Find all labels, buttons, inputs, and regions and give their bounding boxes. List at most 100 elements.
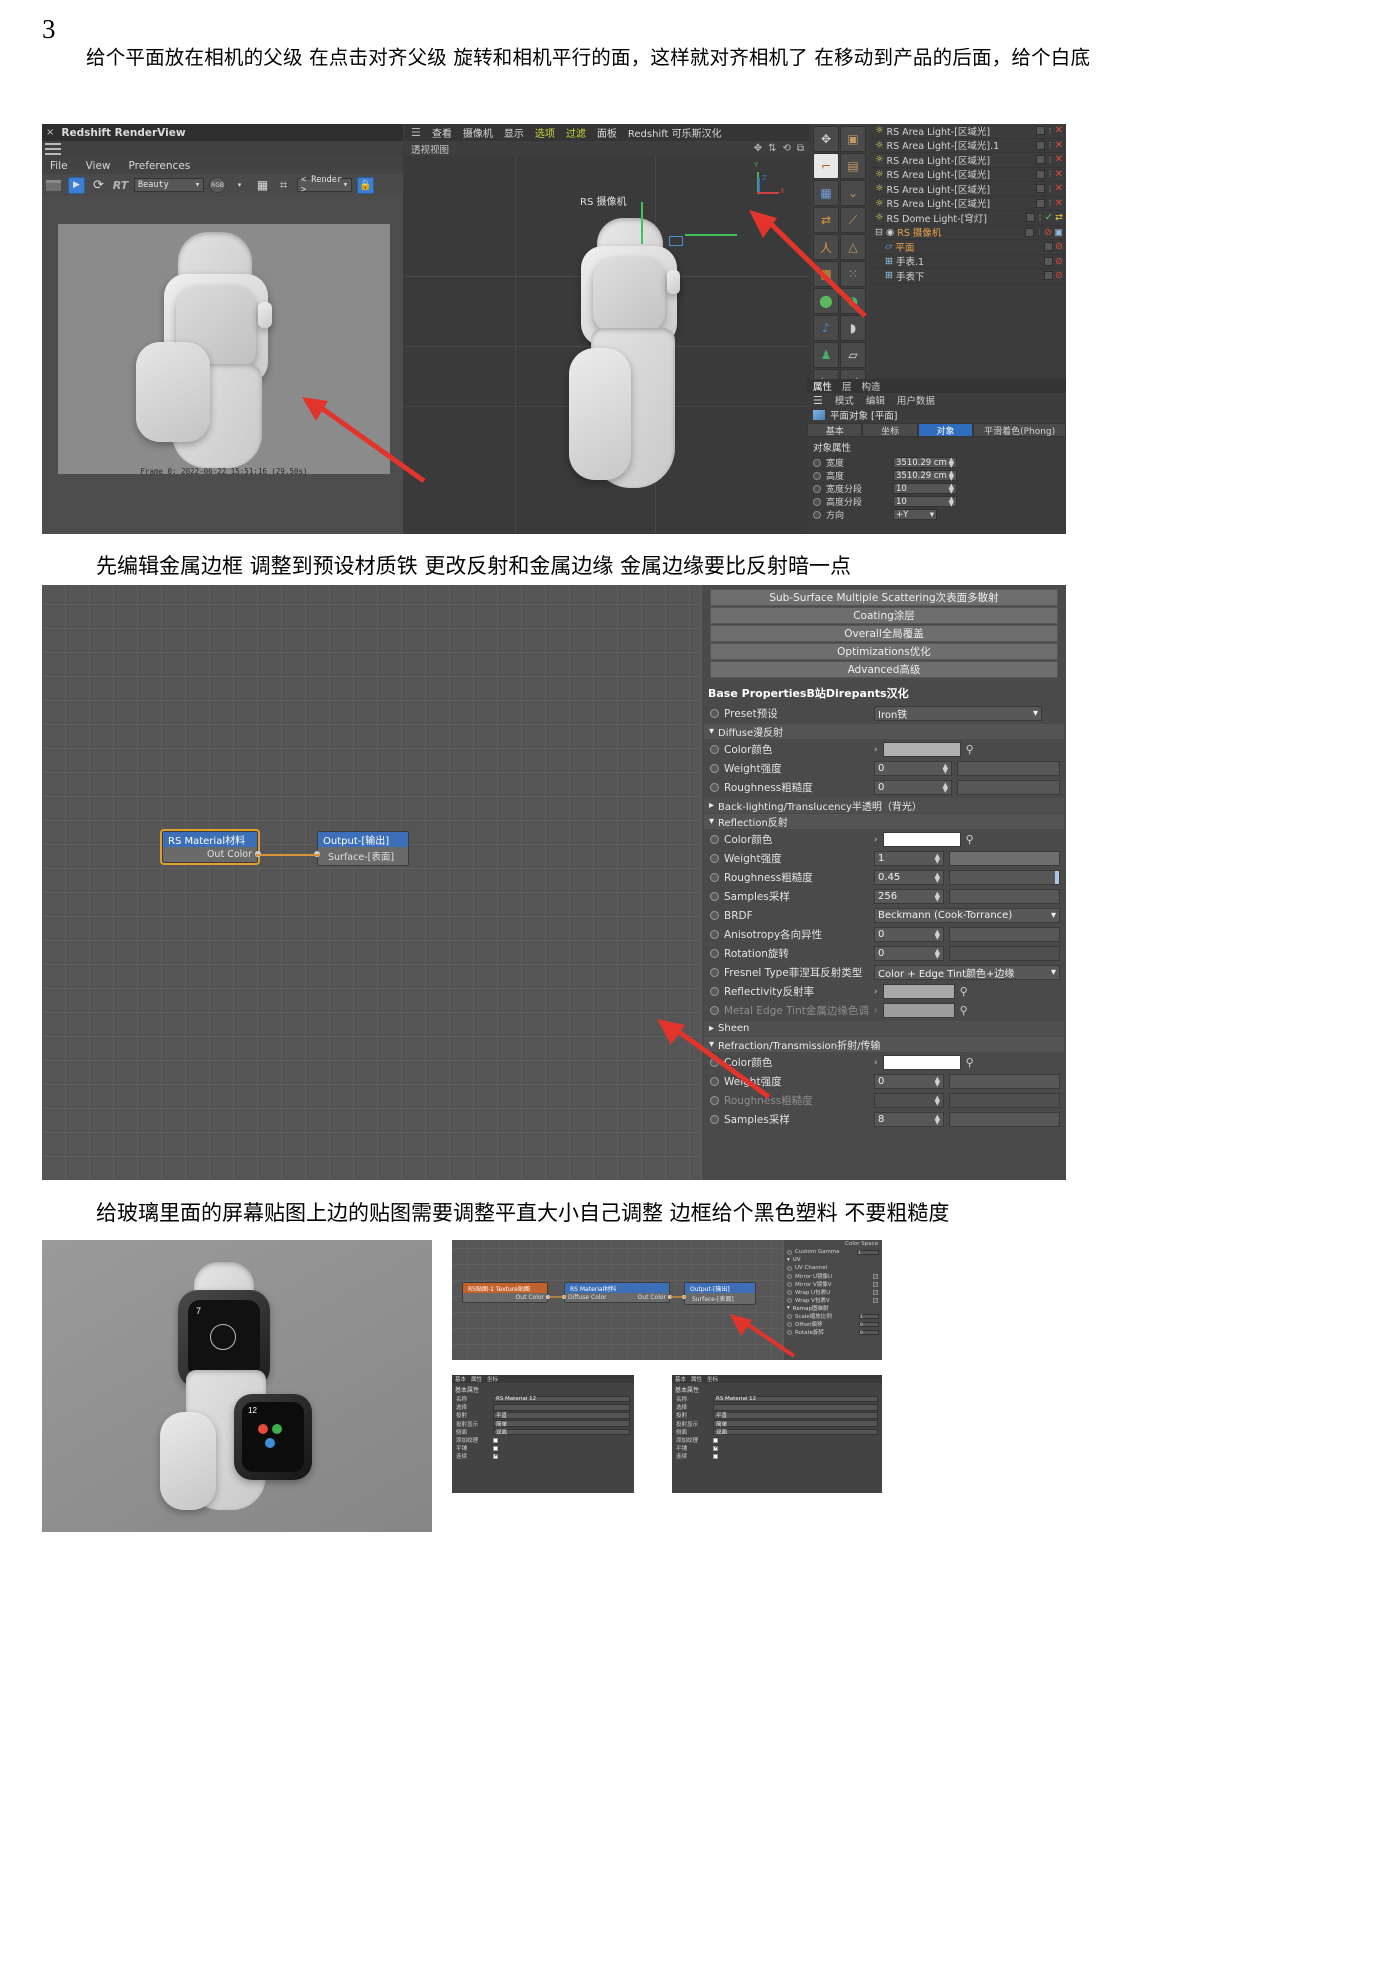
mini-row-tile[interactable]: 平铺: [672, 1444, 882, 1453]
attr-row-width[interactable]: 宽度 3510.29 cm ▲ ▼: [807, 456, 1066, 469]
object-tags[interactable]: ⋮ ⊘ ▣: [1025, 227, 1066, 238]
uv-header[interactable]: ▾ UV: [784, 1256, 882, 1264]
value-field[interactable]: 0 ▲ ▼: [874, 946, 944, 961]
row-refraction-color[interactable]: Color颜色 › ⚲: [702, 1053, 1066, 1072]
deformer-icon[interactable]: △: [840, 234, 866, 260]
camera-tool-icon[interactable]: ♪: [813, 315, 839, 341]
menu-userdata[interactable]: 用户数据: [897, 393, 935, 407]
cloth-icon[interactable]: ▱: [840, 342, 866, 368]
menu-edit[interactable]: 编辑: [866, 393, 885, 407]
chevron-right-icon[interactable]: ›: [874, 1006, 878, 1016]
row-mirror-u[interactable]: Mirror U镜像U: [784, 1272, 882, 1280]
move-tool-icon[interactable]: ✥: [813, 126, 839, 152]
tab-basic[interactable]: 基本: [455, 1375, 466, 1383]
radio-icon[interactable]: [710, 854, 719, 863]
object-row[interactable]: ☼ RS Area Light-[区域光] ⋮ ✕: [871, 182, 1066, 197]
radio-icon[interactable]: [710, 968, 719, 977]
value-field[interactable]: 8 ▲ ▼: [874, 1112, 944, 1127]
spline-icon[interactable]: ⌄: [840, 180, 866, 206]
radio-icon[interactable]: [813, 471, 821, 480]
node-port-row[interactable]: Diffuse Color Out Color: [562, 1293, 672, 1302]
radio-icon[interactable]: [710, 1096, 719, 1105]
axis-tool-icon[interactable]: ⌐: [813, 153, 839, 179]
menu-mode[interactable]: 模式: [835, 393, 854, 407]
attr-row-height-seg[interactable]: 高度分段 10 ▲ ▼: [807, 495, 1066, 508]
node-texture[interactable]: RS贴图-1 Texture贴图 Out Color: [462, 1282, 550, 1303]
value-field[interactable]: 0.45 ▲ ▼: [874, 870, 944, 885]
row-reflection-color[interactable]: Color颜色 › ⚲: [702, 830, 1066, 849]
row-custom-gamma[interactable]: Custom Gamma 1: [784, 1248, 882, 1256]
object-row[interactable]: ☼ RS Area Light-[区域光] ⋮ ✕: [871, 197, 1066, 211]
matrix-icon[interactable]: ⁙: [840, 261, 866, 287]
row-rotate[interactable]: Rotate旋转 0: [784, 1328, 882, 1336]
object-row-plane[interactable]: ▱ 平面 ⊘: [871, 240, 1066, 255]
radio-icon[interactable]: [710, 949, 719, 958]
mini-row-select[interactable]: 选择: [452, 1403, 634, 1411]
row-reflection-samples[interactable]: Samples采样 256 ▲ ▼: [702, 887, 1066, 906]
menu-panel-cn[interactable]: 面板: [597, 125, 617, 140]
row-anisotropy[interactable]: Anisotropy各向异性 0 ▲ ▼: [702, 925, 1066, 944]
node-graph-canvas[interactable]: RS Material材料 Out Color Output-[输出] Surf…: [42, 585, 700, 1180]
material-sphere-icon[interactable]: ⬤: [813, 288, 839, 314]
row-diffuse-color[interactable]: Color颜色 › ⚲: [702, 740, 1066, 759]
mini-row-continuous[interactable]: 连续: [672, 1452, 882, 1460]
menu-preferences[interactable]: Preferences: [129, 160, 191, 172]
node-port-row[interactable]: Surface-[表面]: [682, 1293, 755, 1304]
checker-icon[interactable]: ▩: [813, 261, 839, 287]
tab-props[interactable]: 属性: [471, 1375, 482, 1383]
lock-icon[interactable]: 🔒: [357, 176, 374, 194]
character-icon[interactable]: ♟: [813, 342, 839, 368]
object-row-rs-camera[interactable]: ⊟ ◉ RS 摄像机 ⋮ ⊘ ▣: [871, 226, 1066, 240]
brdf-select[interactable]: Beckmann (Cook-Torrance) ▾: [874, 908, 1060, 923]
subtab-phong[interactable]: 平滑着色(Phong): [973, 423, 1066, 437]
radio-icon[interactable]: [710, 783, 719, 792]
row-rotation[interactable]: Rotation旋转 0 ▲ ▼: [702, 944, 1066, 963]
chevron-right-icon[interactable]: ›: [874, 987, 878, 997]
menu-filter-cn[interactable]: 过滤: [566, 125, 586, 140]
object-row[interactable]: ☼ RS Area Light-[区域光] ⋮ ✕: [871, 153, 1066, 168]
row-mirror-v[interactable]: Mirror V镜像V: [784, 1280, 882, 1288]
radio-icon[interactable]: [813, 484, 821, 493]
row-diffuse-roughness[interactable]: Roughness粗糙度 0 ▲ ▼: [702, 778, 1066, 797]
cube-icon[interactable]: ▣: [840, 126, 866, 152]
row-refraction-weight[interactable]: Weight强度 0 ▲ ▼: [702, 1072, 1066, 1091]
tab-coord[interactable]: 坐标: [707, 1375, 718, 1383]
radio-icon[interactable]: [813, 458, 821, 467]
tab-basic[interactable]: 基本: [675, 1375, 686, 1383]
renderview-canvas[interactable]: Frame 0: 2022-06-22 15:51:16 (29.50s): [42, 196, 403, 534]
object-row[interactable]: ☼ RS Area Light-[区域光] ⋮ ✕: [871, 168, 1066, 182]
object-row[interactable]: ⊞ 手表下 ⊘: [871, 269, 1066, 284]
eyedropper-icon[interactable]: ⚲: [966, 743, 974, 756]
chevron-right-icon[interactable]: ›: [874, 1058, 878, 1068]
node-rs-material[interactable]: RS Material材料 Out Color: [160, 829, 261, 865]
row-reflection-roughness[interactable]: Roughness粗糙度 0.45 ▲ ▼: [702, 868, 1066, 887]
value-field[interactable]: 0 ▲ ▼: [874, 927, 944, 942]
radio-icon[interactable]: [710, 987, 719, 996]
object-tags[interactable]: ⋮ ✕: [1035, 154, 1066, 165]
value-field[interactable]: 0 ▲ ▼: [874, 780, 952, 795]
object-row[interactable]: ☼ RS Area Light-[区域光] ⋮ ✕: [871, 124, 1066, 139]
object-tags[interactable]: ⋮ ✕: [1035, 140, 1066, 151]
tab-structure[interactable]: 构造: [862, 379, 881, 393]
chevron-right-icon[interactable]: ›: [874, 745, 878, 755]
menu-display-cn[interactable]: 显示: [504, 125, 524, 140]
row-metal-edge-tint[interactable]: Metal Edge Tint金属边缘色调 › ⚲: [702, 1001, 1066, 1020]
object-row[interactable]: ☼ RS Dome Light-[穹灯] ⋮ ✓ ⇄: [871, 211, 1066, 226]
chevron-right-icon[interactable]: ›: [874, 835, 878, 845]
row-scale[interactable]: Scale缩放比例 1: [784, 1312, 882, 1320]
attr-value[interactable]: 3510.29 cm ▲ ▼: [893, 456, 957, 468]
attr-row-orientation[interactable]: 方向 +Y ▾: [807, 508, 1066, 521]
mini-row-name[interactable]: 名称 RS Material 12: [672, 1395, 882, 1403]
node-port-row[interactable]: Surface-[表面]: [314, 847, 408, 865]
viewport-nav-icons[interactable]: ✥ ⇅ ⟲ ⧉: [754, 143, 804, 154]
eyedropper-icon[interactable]: ⚲: [966, 1056, 974, 1069]
color-swatch[interactable]: [882, 742, 961, 757]
color-swatch[interactable]: [882, 832, 961, 847]
section-optimizations[interactable]: Optimizations优化: [710, 643, 1058, 660]
color-swatch[interactable]: [882, 984, 955, 999]
section-sss[interactable]: Sub-Surface Multiple Scattering次表面多散射: [710, 589, 1058, 606]
row-preset[interactable]: Preset预设 Iron铁 ▾: [702, 704, 1066, 723]
radio-icon[interactable]: [710, 1077, 719, 1086]
radio-icon[interactable]: [710, 911, 719, 920]
box-primitive-icon[interactable]: ▤: [840, 153, 866, 179]
